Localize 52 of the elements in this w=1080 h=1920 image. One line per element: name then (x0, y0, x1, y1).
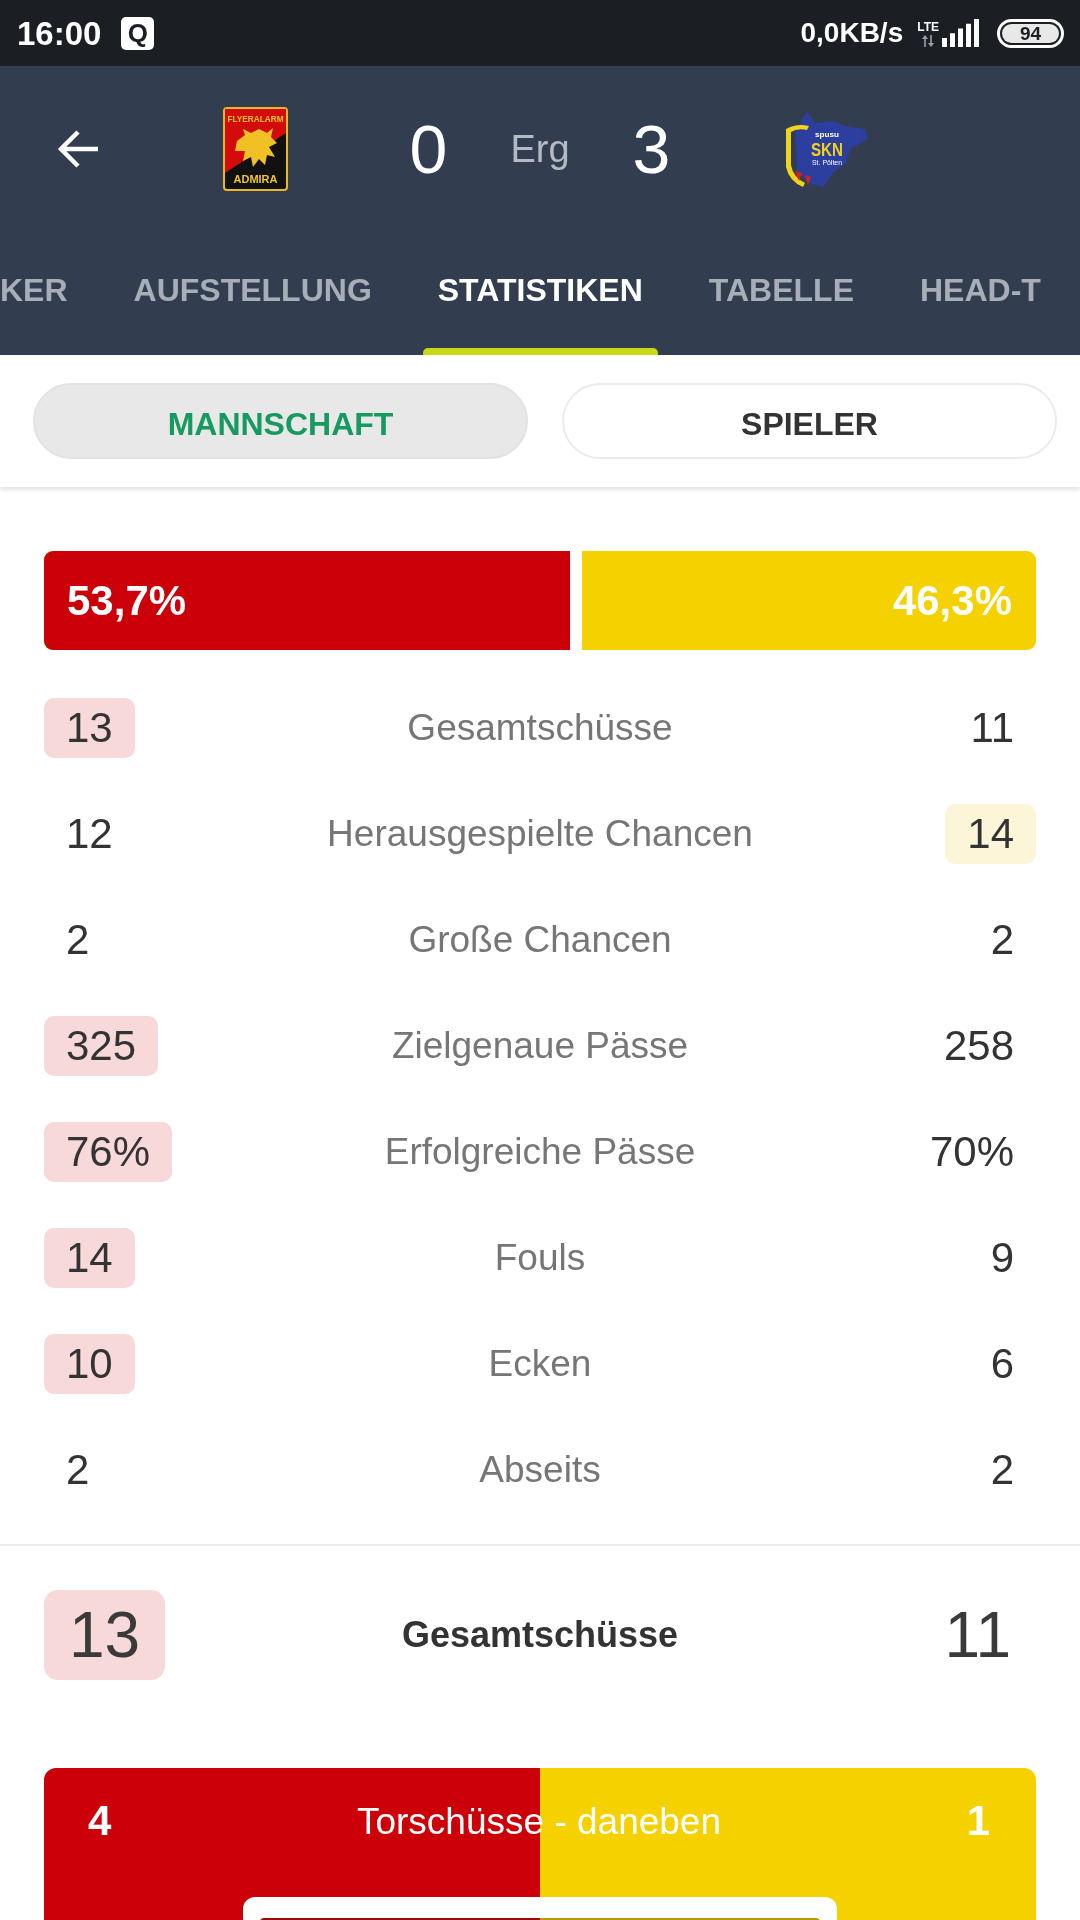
segment-button[interactable]: SPIELER (562, 383, 1057, 459)
data-arrows-icon (922, 35, 935, 47)
segment-button[interactable]: MANNSCHAFT (33, 383, 528, 459)
stat-value: 14 (945, 804, 1036, 864)
stat-label: Ecken (488, 1343, 592, 1385)
signal-icon (942, 19, 979, 47)
tab[interactable]: KER (0, 232, 83, 355)
stat-label: Erfolgreiche Pässe (384, 1131, 696, 1173)
stat-label: Abseits (479, 1449, 601, 1491)
possession-value: 53,7% (67, 579, 187, 622)
tab[interactable]: STATISTIKEN (422, 232, 658, 355)
stat-label: Große Chancen (408, 919, 672, 961)
crest-text: FLYERALARM (227, 114, 288, 124)
stat-label: Zielgenaue Pässe (391, 1025, 689, 1067)
stat-value: 76% (44, 1122, 173, 1182)
stat-value: 70% (928, 1127, 1015, 1177)
tab[interactable]: HEAD-T (904, 232, 1056, 355)
stat-value: 11 (969, 703, 1015, 753)
stat-label: Herausgespielte Chancen (327, 813, 753, 855)
crest-text: SKN (810, 139, 849, 160)
tab[interactable]: AUFSTELLUNG (118, 232, 387, 355)
network-speed: 0,0KB/s (800, 19, 904, 47)
stat-value: 10 (44, 1334, 135, 1394)
app-notification-badge: Q (121, 16, 155, 50)
match-status: Erg (510, 130, 570, 168)
stat-value: 2 (989, 1445, 1015, 1495)
crest-text: spusu (814, 129, 839, 139)
stat-value: 14 (44, 1228, 135, 1288)
stat-value: 13 (44, 698, 135, 758)
stat-value: 2 (65, 915, 91, 965)
shot-count: 1 (966, 1800, 990, 1842)
possession-value: 46,3% (892, 579, 1012, 622)
stat-label: Gesamtschüsse (407, 707, 673, 749)
network-type: LTE (917, 21, 939, 33)
stat-value: 2 (989, 915, 1015, 965)
shot-count: 4 (88, 1800, 112, 1842)
summary-label: Gesamtschüsse (401, 1614, 679, 1656)
away-score: 3 (632, 115, 671, 183)
stat-value: 6 (989, 1339, 1015, 1389)
stat-value: 2 (65, 1445, 91, 1495)
tab[interactable]: TABELLE (693, 232, 869, 355)
crest-text: ADMIRA (233, 174, 273, 185)
stat-value: 325 (44, 1016, 159, 1076)
stat-value: 12 (65, 809, 114, 859)
stat-value: 258 (942, 1021, 1015, 1071)
stat-value: 9 (989, 1233, 1015, 1283)
summary-value: 11 (943, 1598, 1012, 1673)
status-time: 16:00 (17, 16, 102, 50)
home-score: 0 (409, 115, 448, 183)
summary-value: 13 (44, 1590, 166, 1680)
battery-level: 94 (1002, 23, 1059, 43)
stat-label: Fouls (494, 1237, 586, 1279)
